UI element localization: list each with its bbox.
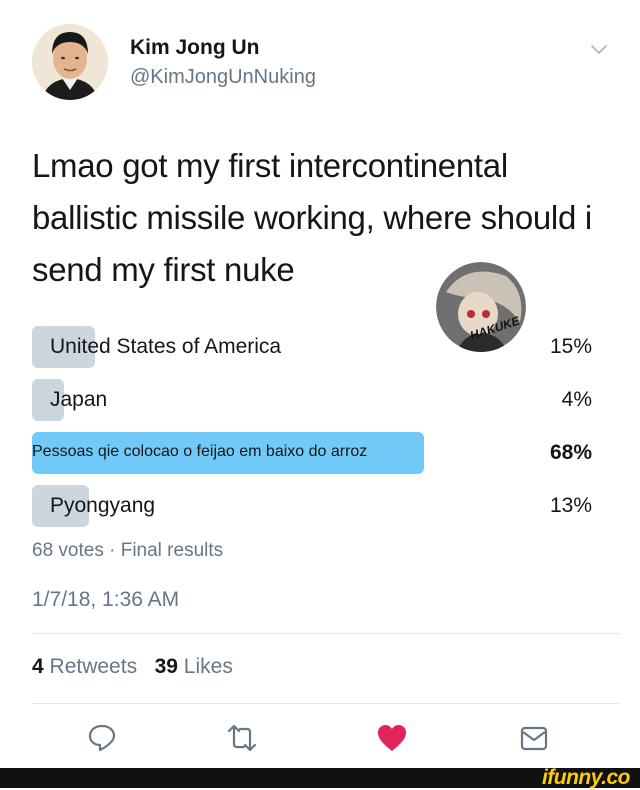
likes-count[interactable]: 39 <box>155 655 178 678</box>
divider <box>32 633 620 634</box>
brand-watermark: ifunny.co <box>541 766 631 789</box>
reply-icon[interactable] <box>86 722 118 754</box>
footer-bar: ifunny.co <box>0 766 640 789</box>
retweets-count[interactable]: 4 <box>32 655 44 678</box>
heart-icon[interactable] <box>376 722 408 754</box>
poll-option-percent: 15% <box>549 335 592 358</box>
tweet-card: Kim Jong Un @KimJongUnNuking Lmao got my… <box>0 0 640 768</box>
poll-option: Japan 4% <box>32 379 592 421</box>
poll-option-label: Japan <box>50 388 108 411</box>
user-name[interactable]: Kim Jong Un <box>130 36 260 60</box>
retweets-label[interactable]: Retweets <box>50 655 138 678</box>
user-handle[interactable]: @KimJongUnNuking <box>130 66 316 89</box>
likes-label[interactable]: Likes <box>184 655 233 678</box>
engagement-stats: 4 Retweets 39 Likes <box>32 655 233 679</box>
mail-icon[interactable] <box>518 722 550 754</box>
poll-option-label: Pyongyang <box>50 494 156 517</box>
poll-summary: 68 votes · Final results <box>32 540 224 561</box>
timestamp[interactable]: 1/7/18, 1:36 AM <box>32 588 179 612</box>
poll-option-percent: 4% <box>561 388 592 411</box>
poll-option: United States of America 15% <box>32 326 592 368</box>
poll-option-percent: 13% <box>549 494 592 517</box>
poll-option: Pyongyang 13% <box>32 485 592 527</box>
poll-option-percent: 68% <box>549 441 592 464</box>
avatar[interactable] <box>32 24 108 100</box>
chevron-down-icon[interactable] <box>588 38 610 60</box>
poll-option-label: United States of America <box>50 335 282 358</box>
poll-option-label: Pessoas qie colocao o feijao em baixo do… <box>32 443 368 460</box>
poll-option: Pessoas qie colocao o feijao em baixo do… <box>32 432 592 474</box>
divider <box>32 703 620 704</box>
retweet-icon[interactable] <box>226 722 258 754</box>
